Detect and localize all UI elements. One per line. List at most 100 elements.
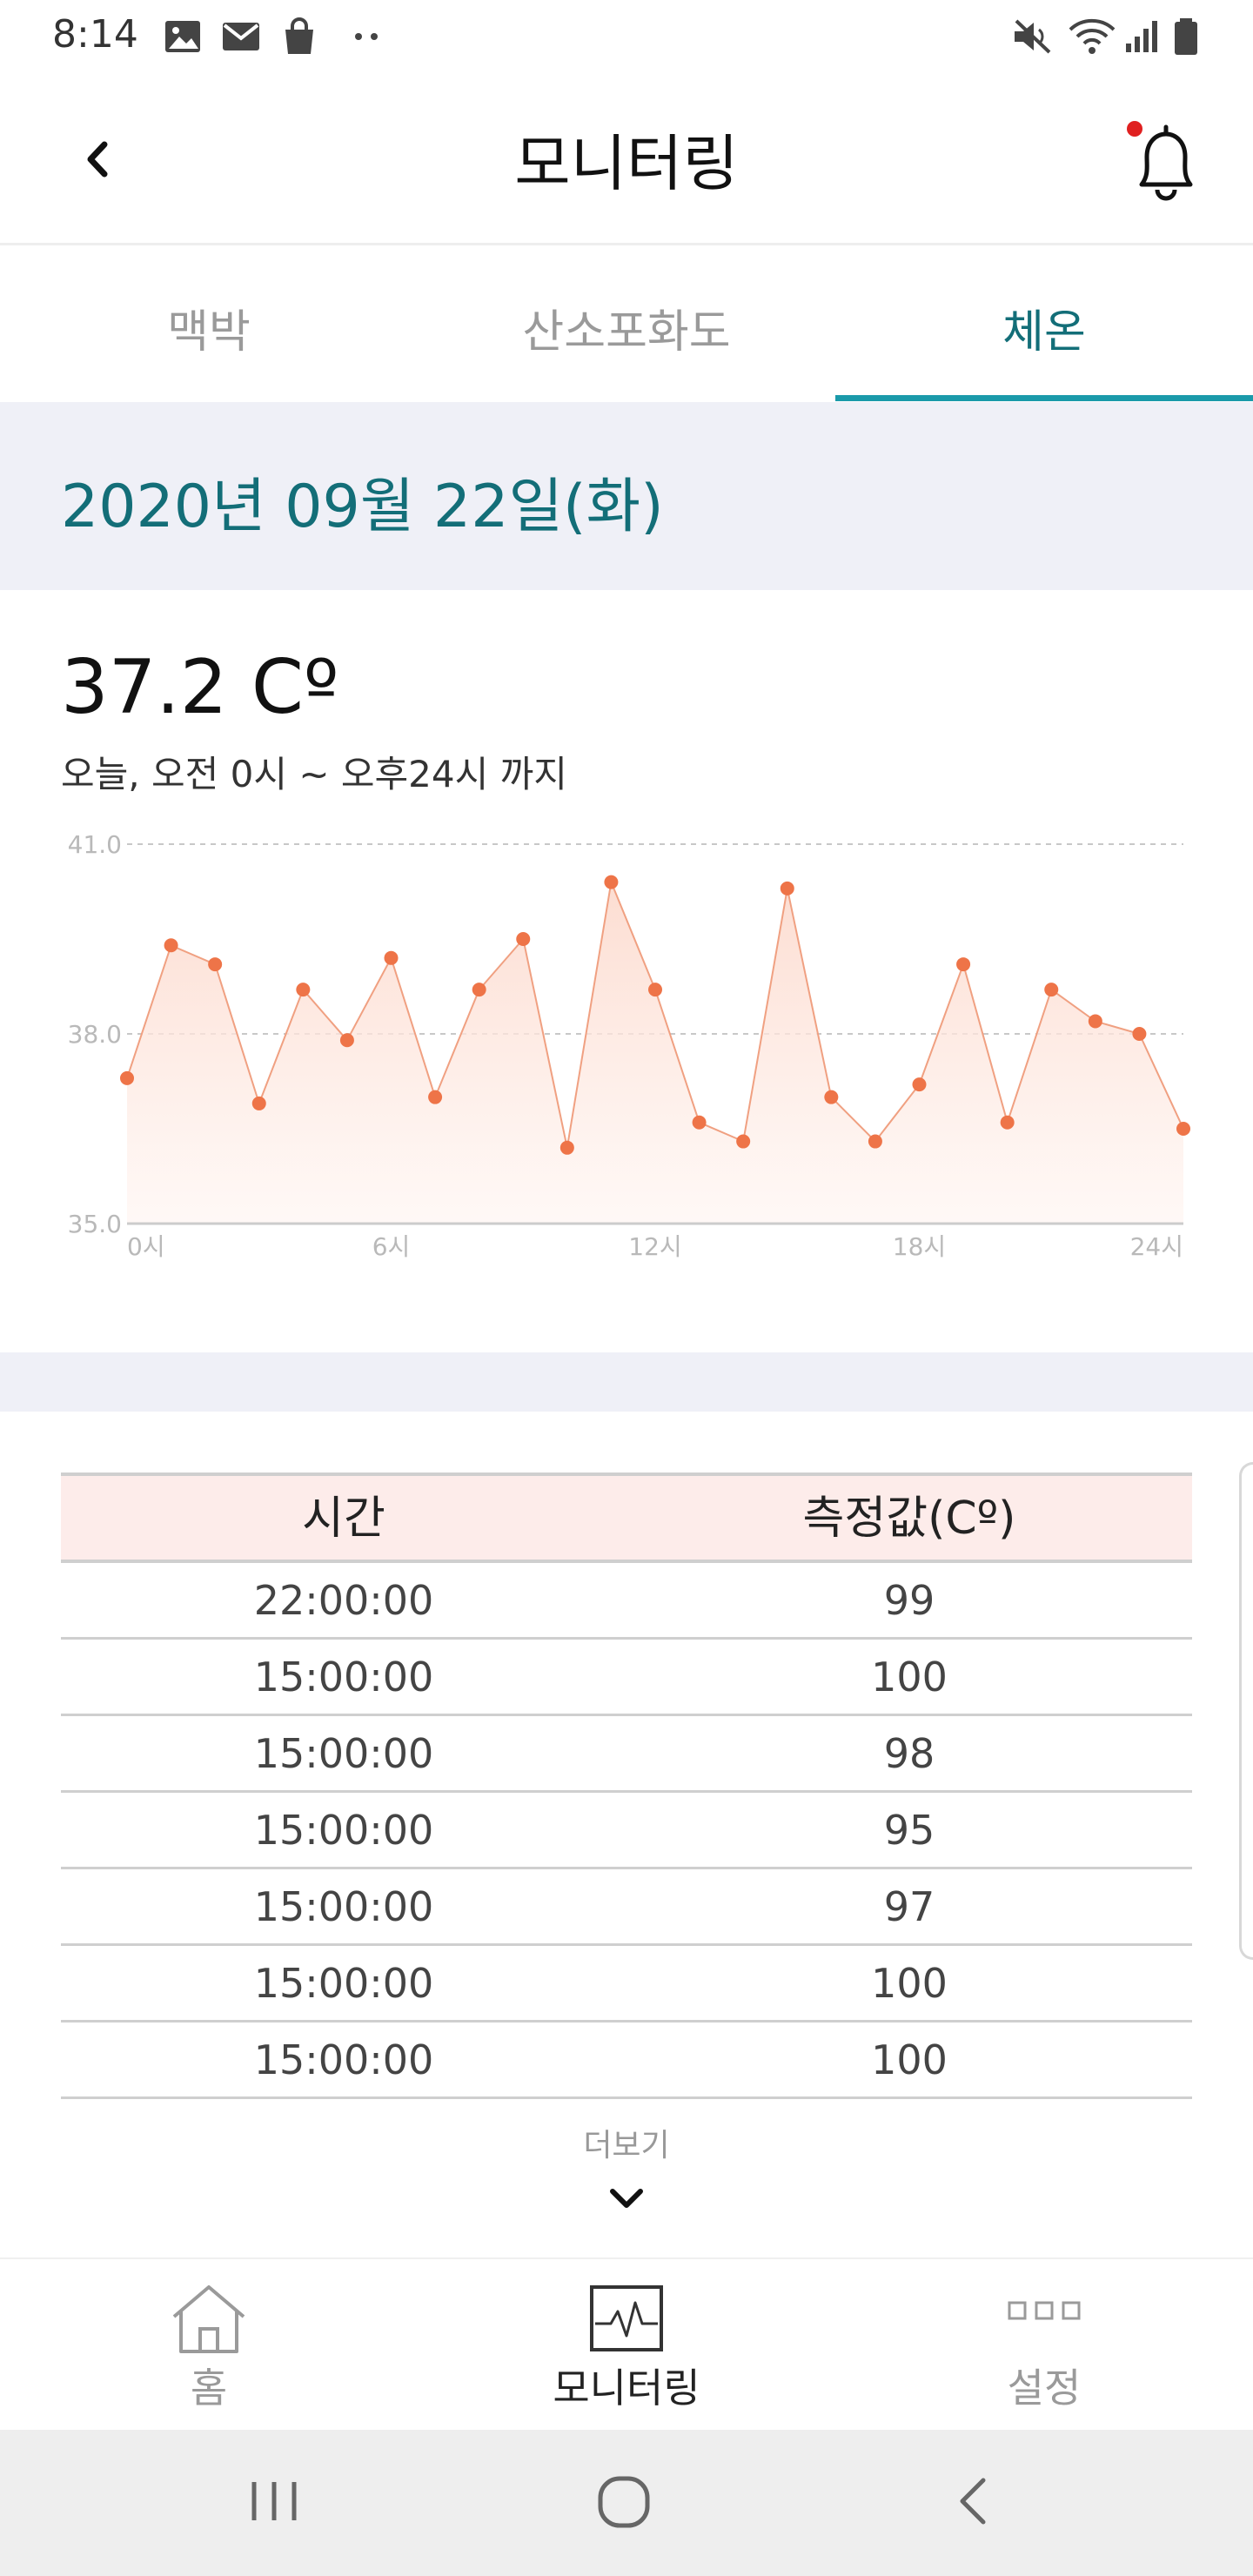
header: 모니터링 <box>0 73 1253 245</box>
cell-time: 15:00:00 <box>253 1730 434 1777</box>
notification-dot <box>1127 121 1142 137</box>
chart-data-point[interactable] <box>296 983 311 997</box>
image-icon <box>165 21 200 52</box>
chart-data-point[interactable] <box>516 932 531 946</box>
recents-icon[interactable] <box>245 2475 303 2527</box>
cell-value: 100 <box>871 1654 948 1701</box>
table-row: 15:00:00 98 <box>61 1716 1192 1793</box>
bottom-nav: 홈 모니터링 설정 <box>0 2257 1253 2430</box>
chart-data-point[interactable] <box>1000 1115 1015 1130</box>
signal-icon <box>1126 21 1157 52</box>
shopping-bag-icon <box>285 17 313 54</box>
chart-data-point[interactable] <box>251 1096 266 1110</box>
chart-data-point[interactable] <box>736 1134 751 1149</box>
chart-data-point[interactable] <box>780 881 794 896</box>
table-header: 시간 측정값(Cº) <box>61 1472 1192 1563</box>
chart-data-point[interactable] <box>868 1134 882 1149</box>
chart-data-point[interactable] <box>604 875 619 889</box>
x-tick-label: 12시 <box>628 1232 681 1261</box>
chart-data-point[interactable] <box>428 1090 443 1104</box>
settings-dots-icon <box>1008 2301 1081 2320</box>
chevron-down-icon[interactable] <box>606 2181 647 2216</box>
more-dots-icon <box>355 33 378 40</box>
table-body: 22:00:00 99 15:00:00 100 15:00:00 98 15:00:00 9… <box>61 1563 1192 2099</box>
system-nav-bar <box>0 2430 1253 2576</box>
chart-data-point[interactable] <box>648 983 662 997</box>
table-row: 15:00:00 97 <box>61 1869 1192 1946</box>
mail-icon <box>223 23 259 50</box>
nav-home-label: 홈 <box>190 2365 228 2412</box>
battery-icon <box>1175 18 1197 55</box>
nav-settings-label: 설정 <box>1007 2365 1082 2412</box>
tab-pulse[interactable]: 맥박 <box>0 245 418 402</box>
home-icon <box>172 2285 245 2353</box>
date-label: 2020년 09월 22일(화) <box>61 473 664 541</box>
cell-time: 15:00:00 <box>253 1960 434 2007</box>
cell-value: 97 <box>883 1883 935 1930</box>
temperature-chart: 35.0 38.0 41.0 0시 6시 12시 18시 24시 <box>68 830 1190 1261</box>
notification-button[interactable] <box>1122 117 1201 204</box>
header-value: 측정값(Cº) <box>802 1493 1016 1545</box>
chart-data-point[interactable] <box>559 1140 574 1155</box>
date-band: 2020년 09월 22일(화) <box>0 402 1253 590</box>
chart-data-point[interactable] <box>956 957 971 972</box>
cell-value: 98 <box>883 1730 935 1777</box>
nav-monitoring-label: 모니터링 <box>553 2365 700 2412</box>
active-tab-indicator <box>835 395 1253 401</box>
cell-time: 15:00:00 <box>253 2036 434 2083</box>
y-tick-label: 41.0 <box>68 830 122 859</box>
measurement-table: 시간 측정값(Cº) 22:00:00 99 15:00:00 100 15:00:00… <box>61 1472 1192 2099</box>
chart-data-point[interactable] <box>472 983 486 997</box>
side-scroll-handle[interactable] <box>1239 1462 1253 1960</box>
nav-settings[interactable]: 설정 <box>835 2259 1253 2432</box>
chart-data-point[interactable] <box>384 950 399 965</box>
more-button-label[interactable]: 더보기 <box>0 2120 1253 2165</box>
chart-data-point[interactable] <box>164 938 178 953</box>
page-title: 모니터링 <box>514 128 739 199</box>
table-row: 15:00:00 100 <box>61 1946 1192 2023</box>
chart-data-point[interactable] <box>1088 1014 1102 1029</box>
chart-data-point[interactable] <box>339 1033 354 1048</box>
chart-data-point[interactable] <box>912 1077 927 1092</box>
chart-data-point[interactable] <box>692 1115 707 1130</box>
y-tick-label: 35.0 <box>68 1210 122 1238</box>
section-divider <box>0 1352 1253 1412</box>
cell-time: 22:00:00 <box>253 1577 434 1624</box>
home-circle-icon[interactable] <box>595 2473 653 2531</box>
table-row: 15:00:00 100 <box>61 1640 1192 1716</box>
chart-data-point[interactable] <box>120 1070 134 1085</box>
time-range-text: 오늘, 오전 0시 ~ 오후24시 까지 <box>61 753 567 795</box>
table-row: 15:00:00 100 <box>61 2023 1192 2099</box>
tab-bar: 맥박 산소포화도 체온 <box>0 245 1253 402</box>
nav-monitoring[interactable]: 모니터링 <box>418 2259 835 2432</box>
status-bar: 8:14 <box>0 0 1253 73</box>
cell-time: 15:00:00 <box>253 1654 434 1701</box>
back-icon[interactable] <box>952 2475 995 2527</box>
chart-data-point[interactable] <box>1044 983 1059 997</box>
cell-time: 15:00:00 <box>253 1807 434 1854</box>
chart-data-point[interactable] <box>1132 1027 1147 1041</box>
cell-value: 100 <box>871 1960 948 2007</box>
chart-data-point[interactable] <box>824 1090 839 1104</box>
cell-time: 15:00:00 <box>253 1883 434 1930</box>
header-time: 시간 <box>302 1493 385 1545</box>
tab-body-temperature[interactable]: 체온 <box>835 245 1253 402</box>
tab-oxygen-saturation[interactable]: 산소포화도 <box>418 245 835 402</box>
cell-value: 100 <box>871 2036 948 2083</box>
cell-value: 99 <box>883 1577 935 1624</box>
status-time: 8:14 <box>52 12 138 57</box>
cell-value: 95 <box>883 1807 935 1854</box>
chart-data-point[interactable] <box>1176 1122 1190 1136</box>
current-temperature: 37.2 Cº <box>61 644 339 731</box>
wifi-icon <box>1069 18 1116 54</box>
y-tick-label: 38.0 <box>68 1020 122 1049</box>
monitor-icon <box>590 2285 663 2351</box>
x-tick-label: 0시 <box>127 1232 165 1261</box>
table-row: 15:00:00 95 <box>61 1793 1192 1869</box>
chart-data-point[interactable] <box>208 957 223 972</box>
table-row: 22:00:00 99 <box>61 1563 1192 1640</box>
chart-area-fill <box>127 882 1183 1224</box>
bell-icon <box>1127 121 1193 201</box>
mute-icon <box>1015 19 1051 54</box>
nav-home[interactable]: 홈 <box>0 2259 418 2432</box>
